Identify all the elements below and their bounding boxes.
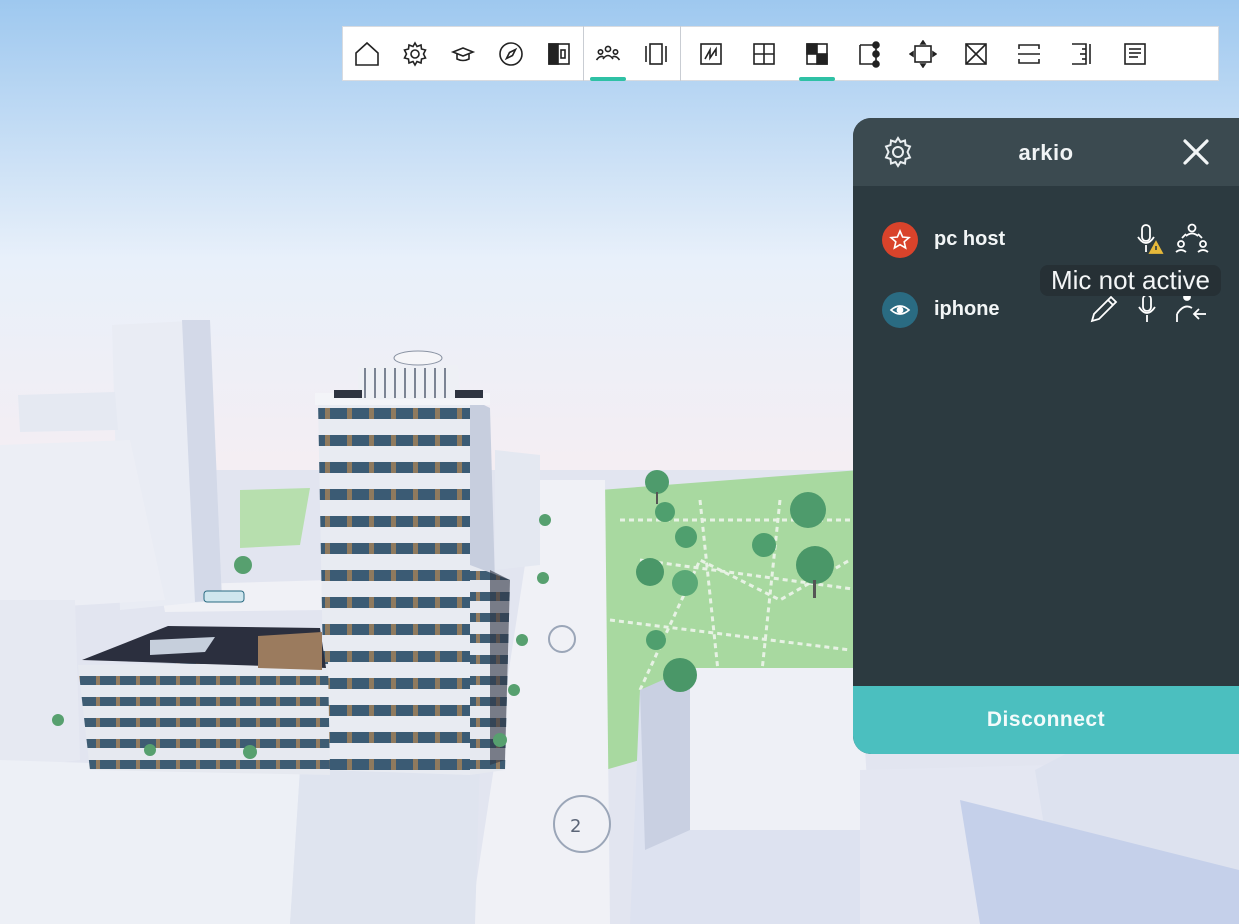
group-share-icon[interactable]	[1173, 220, 1211, 258]
svg-text:2: 2	[570, 816, 581, 837]
mic-tooltip: Mic not active	[1040, 265, 1221, 296]
user-name: iphone	[934, 298, 1000, 320]
collaborate-button[interactable]	[584, 26, 632, 81]
transform-button[interactable]	[899, 26, 947, 81]
toolbar-group-session	[584, 26, 680, 81]
star-icon	[889, 229, 911, 250]
document-icon	[1124, 42, 1146, 65]
disconnect-button[interactable]: Disconnect	[853, 686, 1239, 754]
home-button[interactable]	[343, 26, 391, 81]
low-building	[78, 662, 330, 775]
split-view-icon	[548, 42, 570, 65]
session-panel-header: arkio	[853, 118, 1239, 186]
avatar	[882, 292, 918, 328]
navigate-button[interactable]	[487, 26, 535, 81]
top-toolbar	[342, 26, 1219, 81]
transform-icon	[909, 39, 937, 68]
avatar	[882, 222, 918, 258]
tower-building	[318, 398, 470, 775]
measure-button[interactable]	[1058, 26, 1106, 81]
toolbar-group-navigation	[343, 27, 583, 80]
close-icon[interactable]	[1180, 136, 1212, 168]
frame-button[interactable]	[632, 26, 680, 81]
graduation-cap-icon	[450, 46, 476, 61]
user-row-pc-host: pc host	[853, 214, 1239, 264]
document-button[interactable]	[1111, 26, 1159, 81]
grid-icon	[753, 42, 775, 65]
eye-icon	[889, 305, 911, 315]
compass-icon	[499, 41, 523, 66]
material-icon	[806, 42, 828, 65]
home-icon	[355, 41, 379, 66]
session-panel: arkio pc host iphone Disconnect	[853, 118, 1239, 754]
delete-box-icon	[965, 42, 987, 65]
mic-warning-icon[interactable]	[1130, 220, 1168, 258]
node-edit-icon	[859, 40, 880, 68]
settings-button[interactable]	[391, 26, 439, 81]
toolbar-group-tools	[681, 26, 1159, 81]
sketch-icon	[700, 42, 722, 65]
section-button[interactable]	[1005, 26, 1053, 81]
tutorial-button[interactable]	[439, 26, 487, 81]
user-name: pc host	[934, 228, 1006, 250]
sketch-button[interactable]	[687, 26, 735, 81]
delete-button[interactable]	[952, 26, 1000, 81]
measure-icon	[1072, 42, 1091, 65]
collaborate-icon	[595, 45, 621, 60]
grid-button[interactable]	[740, 26, 788, 81]
frame-icon	[645, 42, 667, 65]
node-edit-button[interactable]	[846, 26, 894, 81]
gear-icon	[403, 40, 427, 67]
split-view-button[interactable]	[535, 26, 583, 81]
section-icon	[1018, 43, 1040, 64]
material-button[interactable]	[793, 26, 841, 81]
